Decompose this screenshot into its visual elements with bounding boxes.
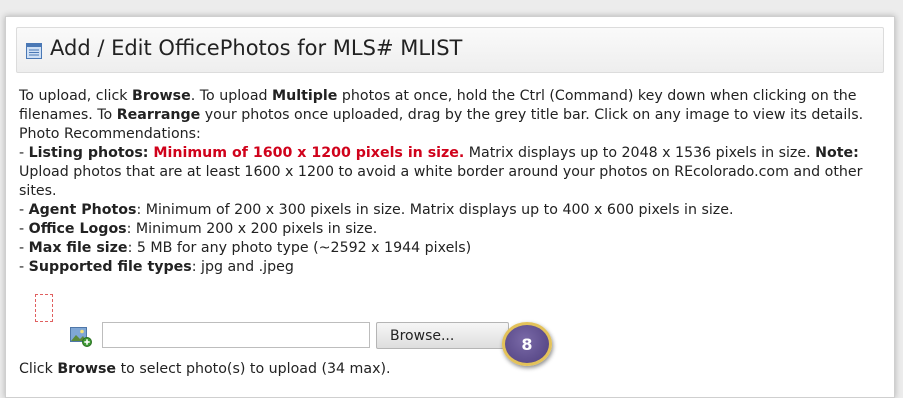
upload-instructions: To upload, click Browse. To upload Multi… [19, 87, 879, 277]
bullet-dash: - [19, 145, 29, 161]
hint-text: to select photo(s) to upload (34 max). [116, 361, 391, 377]
listing-label: Listing photos: [28, 145, 154, 161]
file-path-input[interactable] [102, 322, 370, 348]
file-types-label: Supported file types [28, 259, 192, 275]
recommendations-heading: Photo Recommendations: [19, 126, 201, 142]
listing-text: Matrix displays up to 2048 x 1536 pixels… [464, 145, 816, 161]
hint-text: Click [19, 361, 58, 377]
max-file-size-rule: - Max file size: 5 MB for any photo type… [19, 239, 879, 258]
add-image-icon [70, 327, 92, 347]
bullet-dash: - [19, 259, 29, 275]
panel-header: Add / Edit OfficePhotos for MLS# MLIST [16, 27, 884, 73]
hint-browse-bold: Browse [57, 361, 117, 377]
office-label: Office Logos [28, 221, 127, 237]
photo-upload-panel: Add / Edit OfficePhotos for MLS# MLIST T… [5, 16, 895, 398]
bullet-dash: - [19, 240, 29, 256]
office-logos-rule: - Office Logos: Minimum 200 x 200 pixels… [19, 220, 879, 239]
listing-minimum-warning: Minimum of 1600 x 1200 pixels in size. [153, 145, 465, 161]
step-number-badge: 8 [502, 322, 552, 366]
note-text: Upload photos that are at least 1600 x 1… [19, 164, 863, 199]
browse-button[interactable]: Browse... [376, 322, 509, 349]
upload-hint: Click Browse to select photo(s) to uploa… [19, 361, 391, 377]
file-types-rule: - Supported file types: jpg and .jpeg [19, 258, 879, 277]
intro-paragraph: To upload, click Browse. To upload Multi… [19, 87, 879, 125]
agent-photos-rule: - Agent Photos: Minimum of 200 x 300 pix… [19, 201, 879, 220]
agent-text: : Minimum of 200 x 300 pixels in size. M… [136, 202, 734, 218]
file-types-text: : jpg and .jpeg [191, 259, 294, 275]
intro-text: To upload, click [19, 88, 132, 104]
intro-text: . To upload [190, 88, 273, 104]
list-document-icon [26, 43, 42, 59]
max-size-text: : 5 MB for any photo type (~2592 x 1944 … [127, 240, 472, 256]
photo-drop-placeholder[interactable] [35, 294, 53, 322]
page-title: Add / Edit OfficePhotos for MLS# MLIST [50, 36, 463, 60]
listing-photos-rule: - Listing photos: Minimum of 1600 x 1200… [19, 144, 879, 201]
bullet-dash: - [19, 221, 29, 237]
intro-browse-bold: Browse [132, 88, 191, 104]
note-label: Note: [815, 145, 859, 161]
office-text: : Minimum 200 x 200 pixels in size. [126, 221, 378, 237]
bullet-dash: - [19, 202, 29, 218]
intro-text: your photos once uploaded, drag by the g… [200, 107, 864, 123]
agent-label: Agent Photos [28, 202, 137, 218]
intro-rearrange-bold: Rearrange [116, 107, 201, 123]
intro-multiple-bold: Multiple [272, 88, 338, 104]
max-size-label: Max file size [28, 240, 128, 256]
